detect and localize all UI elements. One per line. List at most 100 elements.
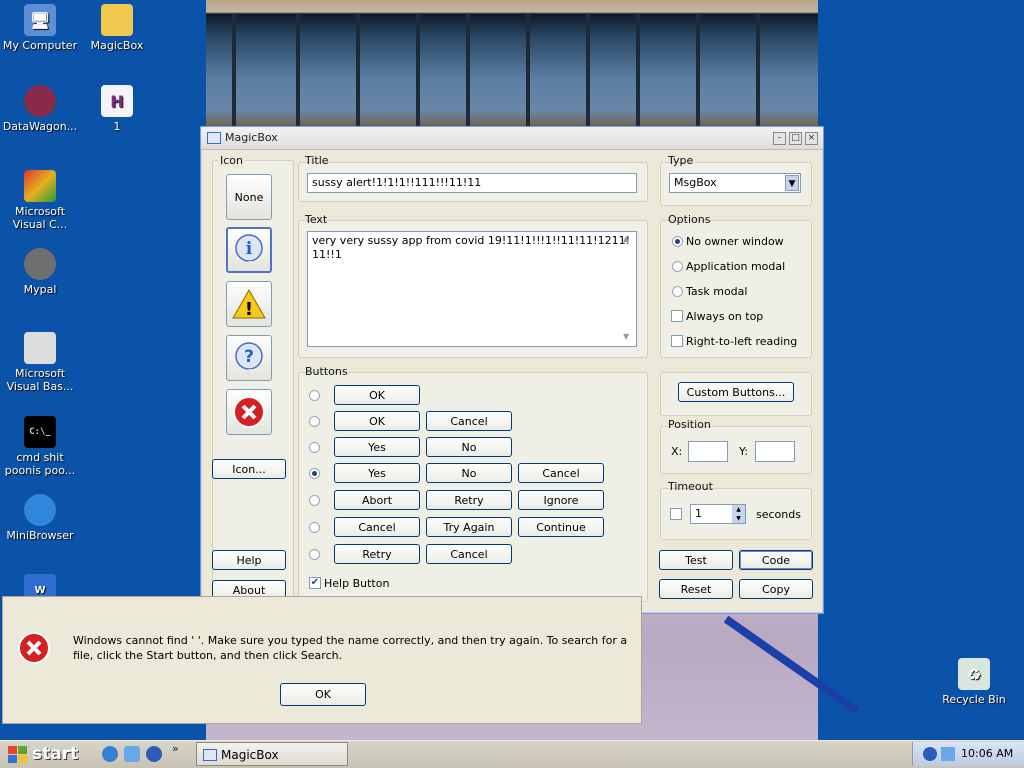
no-owner-window-radio[interactable] (672, 236, 683, 247)
desktop-icon-label: Recycle Bin (942, 693, 1006, 706)
svg-text:!: ! (245, 299, 253, 320)
y-input[interactable] (755, 441, 795, 462)
desktop-icon-recycle-bin[interactable]: ♻ Recycle Bin (934, 658, 1014, 706)
tray-icon[interactable] (923, 747, 937, 761)
reset-button[interactable]: Reset (659, 579, 733, 599)
app-icon (203, 749, 217, 761)
chevron-down-icon[interactable]: ▼ (785, 175, 799, 191)
retry-button[interactable]: Retry (426, 490, 512, 510)
desktop-icon-label: DataWagon... (2, 120, 78, 133)
always-on-top-checkbox[interactable] (671, 310, 683, 322)
continue-button[interactable]: Continue (518, 517, 604, 537)
code-button[interactable]: Code (739, 550, 813, 570)
buttons-row-radio[interactable] (309, 522, 320, 533)
ok-button[interactable]: OK (334, 385, 420, 405)
cancel-button[interactable]: Cancel (426, 544, 512, 564)
help-button[interactable]: Help (212, 550, 286, 570)
document-icon: H (101, 85, 133, 117)
help-button-checkbox[interactable]: ✔ (309, 577, 321, 589)
computer-icon: 🖥 (24, 4, 56, 36)
application-modal-radio[interactable] (672, 261, 683, 272)
desktop-icon-visual-basic[interactable]: Microsoft Visual Bas... (0, 332, 80, 393)
x-label: X: (671, 445, 683, 458)
internet-explorer-icon[interactable] (102, 746, 118, 762)
desktop-icon-label: Mypal (23, 283, 57, 296)
clock: 10:06 AM (961, 747, 1014, 760)
title-input[interactable]: sussy alert!1!1!1!!111!!!11!11 (307, 173, 637, 193)
svg-text:?: ? (244, 347, 254, 367)
buttons-row-radio[interactable] (309, 390, 320, 401)
icon-error-button[interactable] (226, 389, 272, 435)
retry-button[interactable]: Retry (334, 544, 420, 564)
icon-information-button[interactable]: i (226, 227, 272, 273)
console-icon: C:\_ (24, 416, 56, 448)
media-player-icon[interactable] (146, 746, 162, 762)
right-to-left-checkbox[interactable] (671, 335, 683, 347)
desktop-icon-cmd[interactable]: C:\_ cmd shit poonis poo... (0, 416, 80, 477)
icon-none-button[interactable]: None (226, 174, 272, 220)
window-title: MagicBox (225, 131, 278, 144)
spinner-arrows-icon[interactable]: ▲ ▼ (732, 505, 745, 523)
desktop-icon-label: Microsoft Visual Bas... (6, 367, 74, 393)
desktop-icon-label: 1 (113, 120, 121, 133)
ignore-button[interactable]: Ignore (518, 490, 604, 510)
buttons-row-radio[interactable] (309, 416, 320, 427)
taskbar-item-magicbox[interactable]: MagicBox (196, 742, 348, 766)
desktop-icon-label: Microsoft Visual C... (12, 205, 68, 231)
icon-browse-button[interactable]: Icon... (212, 459, 286, 479)
buttons-row-radio[interactable] (309, 549, 320, 560)
desktop-icon-datawagon[interactable]: DataWagon... (0, 85, 80, 133)
type-label: Type (668, 154, 694, 167)
quicklaunch-icon[interactable] (124, 746, 140, 762)
desktop-icon-mypal[interactable]: Mypal (0, 248, 80, 296)
copy-button[interactable]: Copy (739, 579, 813, 599)
desktop-icon-my-computer[interactable]: 🖥 My Computer (0, 4, 80, 52)
close-button[interactable]: × (805, 132, 818, 145)
x-input[interactable] (688, 441, 728, 462)
desktop-icon-minibrowser[interactable]: MiniBrowser (0, 494, 80, 542)
cancel-button[interactable]: Cancel (426, 411, 512, 431)
type-select[interactable]: MsgBox (669, 173, 801, 193)
buttons-row-radio-selected[interactable] (309, 468, 320, 479)
ok-button[interactable]: OK (334, 411, 420, 431)
text-area[interactable]: very very sussy app from covid 19!11!1!!… (307, 231, 637, 347)
start-button[interactable]: start (2, 742, 92, 766)
options-label: Options (668, 213, 711, 226)
desktop-icon-label: MiniBrowser (6, 529, 74, 542)
always-on-top-label: Always on top (686, 310, 764, 323)
desktop-icon-label: My Computer (2, 39, 78, 52)
task-modal-radio[interactable] (672, 286, 683, 297)
cancel-button[interactable]: Cancel (518, 463, 604, 483)
icon-question-button[interactable]: ? (226, 335, 272, 381)
no-owner-window-label: No owner window (686, 235, 784, 248)
volume-icon[interactable] (941, 747, 955, 761)
custom-buttons-button[interactable]: Custom Buttons... (678, 382, 794, 402)
error-icon (18, 632, 50, 664)
no-button[interactable]: No (426, 463, 512, 483)
icon-warning-button[interactable]: ! (226, 281, 272, 327)
scroll-up-icon[interactable]: ▲ (623, 234, 629, 243)
position-label: Position (668, 418, 711, 431)
title-bar[interactable]: MagicBox – □ × (201, 127, 823, 150)
buttons-row-radio[interactable] (309, 495, 320, 506)
chevron-right-icon[interactable]: » (172, 742, 179, 755)
help-button-checkbox-label: Help Button (324, 577, 390, 590)
maximize-button[interactable]: □ (789, 132, 802, 145)
try-again-button[interactable]: Try Again (426, 517, 512, 537)
error-ok-button[interactable]: OK (280, 683, 366, 706)
desktop-icon-visual-c[interactable]: Microsoft Visual C... (0, 170, 80, 231)
desktop-icon-1[interactable]: H 1 (77, 85, 157, 133)
buttons-row-radio[interactable] (309, 442, 320, 453)
no-button[interactable]: No (426, 437, 512, 457)
yes-button[interactable]: Yes (334, 437, 420, 457)
scroll-down-icon[interactable]: ▼ (623, 332, 629, 341)
timeout-checkbox[interactable] (670, 508, 682, 520)
yes-button[interactable]: Yes (334, 463, 420, 483)
cancel-button[interactable]: Cancel (334, 517, 420, 537)
error-icon (233, 396, 265, 428)
abort-button[interactable]: Abort (334, 490, 420, 510)
icon-group-label: Icon (218, 154, 245, 167)
desktop-icon-magicbox[interactable]: MagicBox (77, 4, 157, 52)
test-button[interactable]: Test (659, 550, 733, 570)
minimize-button[interactable]: – (773, 132, 786, 145)
